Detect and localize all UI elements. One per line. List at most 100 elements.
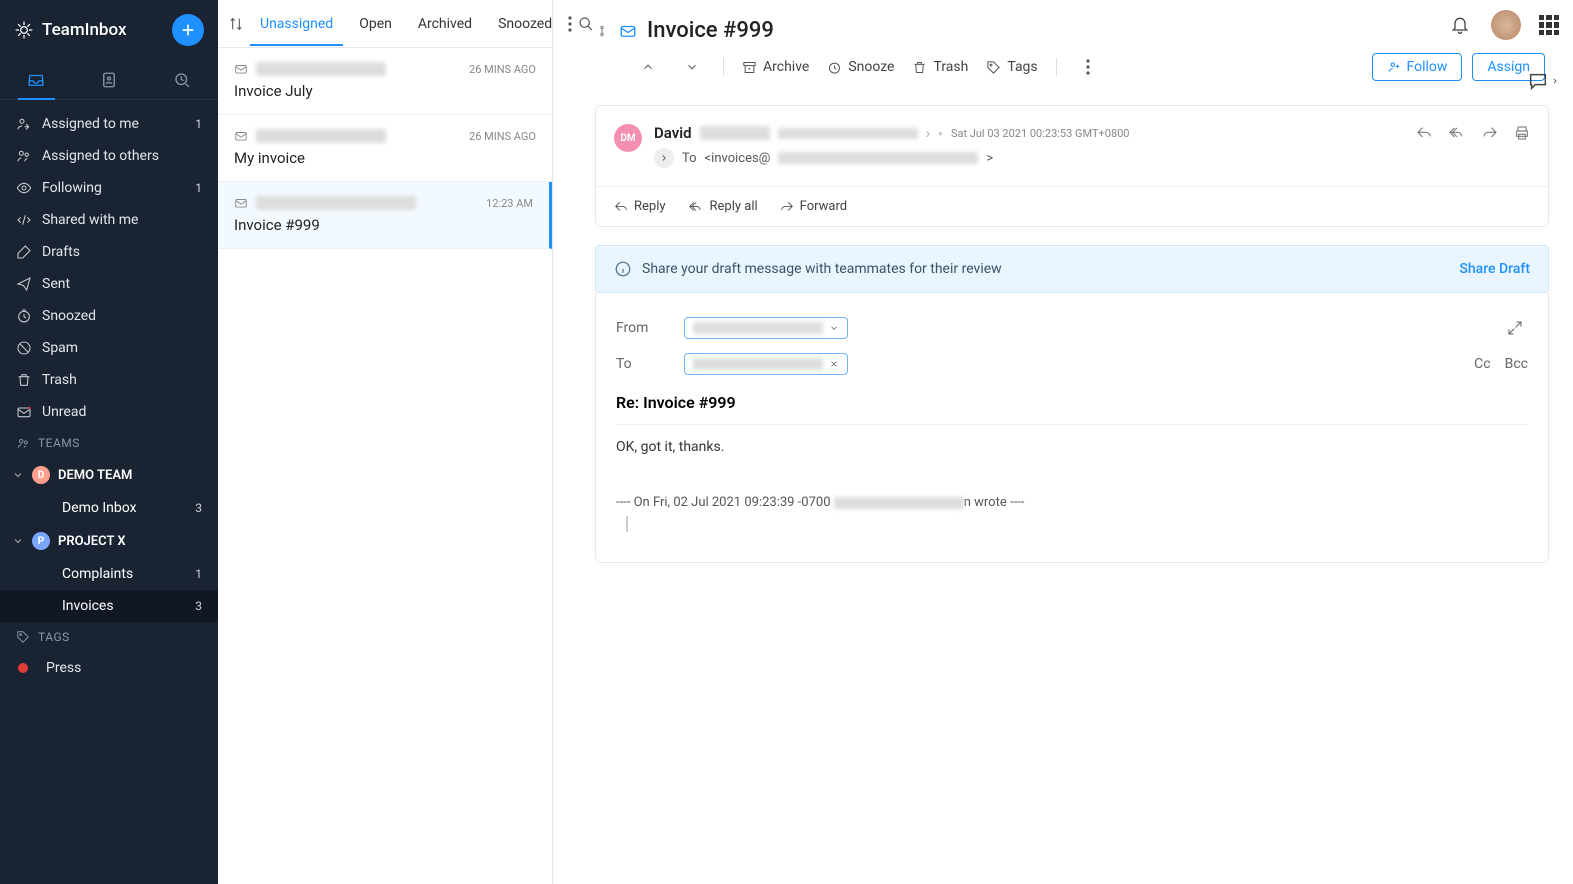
tag-label: Press — [46, 660, 81, 676]
nav-following[interactable]: Following1 — [0, 172, 218, 204]
tags-button[interactable]: Tags — [986, 59, 1037, 75]
reply-all-icon[interactable] — [1448, 125, 1466, 141]
nav-label: Drafts — [42, 244, 80, 260]
from-select[interactable] — [684, 317, 848, 339]
chevron-down-icon — [12, 469, 24, 481]
archive-button[interactable]: Archive — [742, 59, 809, 75]
follow-button[interactable]: Follow — [1372, 53, 1463, 81]
thread-subject: My invoice — [234, 149, 536, 167]
tab-unassigned[interactable]: Unassigned — [250, 2, 343, 46]
compose-button[interactable] — [172, 14, 204, 46]
share-icon — [16, 212, 32, 228]
expand-recipients[interactable] — [654, 148, 674, 168]
reply-icon[interactable] — [1416, 125, 1432, 141]
nav-label: Spam — [42, 340, 78, 356]
next-button[interactable] — [679, 54, 705, 80]
analytics-icon — [173, 71, 191, 89]
notifications-button[interactable] — [1447, 12, 1473, 38]
channel-complaints[interactable]: Complaints 1 — [0, 558, 218, 590]
more-actions-button[interactable] — [1075, 54, 1101, 80]
trash-button[interactable]: Trash — [912, 59, 968, 75]
print-icon[interactable] — [1514, 125, 1530, 141]
sender-redacted — [700, 126, 770, 140]
channel-label: Demo Inbox — [62, 500, 137, 516]
channel-invoices[interactable]: Invoices 3 — [0, 590, 218, 622]
to-redacted — [778, 152, 978, 164]
reply-all-icon — [688, 200, 704, 214]
to-chip[interactable] — [684, 353, 848, 375]
reply-button[interactable]: Reply — [614, 199, 666, 214]
sidebar-tab-inbox[interactable] — [0, 60, 73, 99]
sidebar-tab-contacts[interactable] — [73, 60, 146, 99]
nav-drafts[interactable]: Drafts — [0, 236, 218, 268]
nav-snoozed[interactable]: Snoozed — [0, 300, 218, 332]
thread-item[interactable]: 26 MINS AGO Invoice July — [218, 48, 552, 115]
user-arrow-icon — [16, 116, 32, 132]
thread-time: 12:23 AM — [486, 197, 533, 210]
nav-assigned-to-me[interactable]: Assigned to me1 — [0, 108, 218, 140]
chevron-right-icon — [659, 153, 669, 163]
reply-icon — [614, 200, 628, 214]
snooze-button[interactable]: Snooze — [827, 59, 894, 75]
brand: TeamInbox — [14, 20, 127, 40]
team-demo[interactable]: DDEMO TEAM — [0, 458, 218, 492]
subject-title: Invoice #999 — [647, 18, 774, 43]
team-projectx[interactable]: PPROJECT X — [0, 524, 218, 558]
sort-button[interactable] — [228, 11, 244, 37]
thread-item[interactable]: 26 MINS AGO My invoice — [218, 115, 552, 182]
comments-toggle[interactable] — [1527, 70, 1559, 92]
mail-dot-icon — [16, 404, 32, 420]
tab-archived[interactable]: Archived — [408, 2, 482, 46]
compose-body[interactable]: OK, got it, thanks. ---- On Fri, 02 Jul … — [616, 425, 1528, 546]
nav-count: 1 — [195, 181, 202, 195]
tag-color-dot — [18, 663, 28, 673]
list-header: Unassigned Open Archived Snoozed — [218, 0, 552, 48]
forward-button[interactable]: Forward — [780, 199, 847, 214]
contact-icon — [100, 71, 118, 89]
sidebar-tab-analytics[interactable] — [145, 60, 218, 99]
thread-time: 26 MINS AGO — [469, 130, 536, 143]
tag-press[interactable]: Press — [0, 652, 218, 684]
channel-demo-inbox[interactable]: Demo Inbox3 — [0, 492, 218, 524]
chevron-down-icon — [829, 323, 839, 333]
share-draft-link[interactable]: Share Draft — [1459, 261, 1530, 277]
nav-assigned-to-others[interactable]: Assigned to others — [0, 140, 218, 172]
prev-button[interactable] — [635, 54, 661, 80]
tag-icon — [986, 60, 1001, 75]
nav-shared-with-me[interactable]: Shared with me — [0, 204, 218, 236]
nav-label: Sent — [42, 276, 70, 292]
app-launcher[interactable] — [1539, 15, 1559, 35]
compose-subject[interactable]: Re: Invoice #999 — [616, 381, 1528, 425]
tab-snoozed[interactable]: Snoozed — [488, 2, 562, 46]
nav-count: 1 — [195, 117, 202, 131]
user-avatar[interactable] — [1491, 10, 1521, 40]
nav-unread[interactable]: Unread — [0, 396, 218, 428]
expand-compose-button[interactable] — [1502, 315, 1528, 341]
trash-icon — [16, 372, 32, 388]
tab-open[interactable]: Open — [349, 2, 402, 46]
channel-label: Complaints — [62, 566, 133, 582]
mail-icon — [234, 129, 248, 143]
thread-item[interactable]: 12:23 AM Invoice #999 — [218, 182, 552, 249]
main-body: DM David › ● Sat Jul 03 2021 00:23:53 GM… — [553, 101, 1573, 884]
cc-toggle[interactable]: Cc — [1474, 356, 1490, 372]
chat-icon — [1527, 70, 1549, 92]
forward-icon[interactable] — [1482, 125, 1498, 141]
nav-label: Assigned to others — [42, 148, 159, 164]
channel-label: Invoices — [62, 598, 114, 614]
channel-count: 1 — [195, 567, 202, 581]
nav-spam[interactable]: Spam — [0, 332, 218, 364]
close-icon[interactable] — [829, 359, 839, 369]
follow-icon — [1387, 60, 1401, 74]
nav-trash[interactable]: Trash — [0, 364, 218, 396]
sender-name: David — [654, 124, 692, 142]
mail-icon — [234, 196, 248, 210]
reply-all-button[interactable]: Reply all — [688, 199, 758, 214]
channel-count: 3 — [195, 599, 202, 613]
mail-icon — [234, 62, 248, 76]
mail-icon — [619, 22, 637, 40]
bcc-toggle[interactable]: Bcc — [1505, 356, 1528, 372]
team-avatar: D — [32, 466, 50, 484]
brand-name: TeamInbox — [42, 20, 127, 40]
nav-sent[interactable]: Sent — [0, 268, 218, 300]
